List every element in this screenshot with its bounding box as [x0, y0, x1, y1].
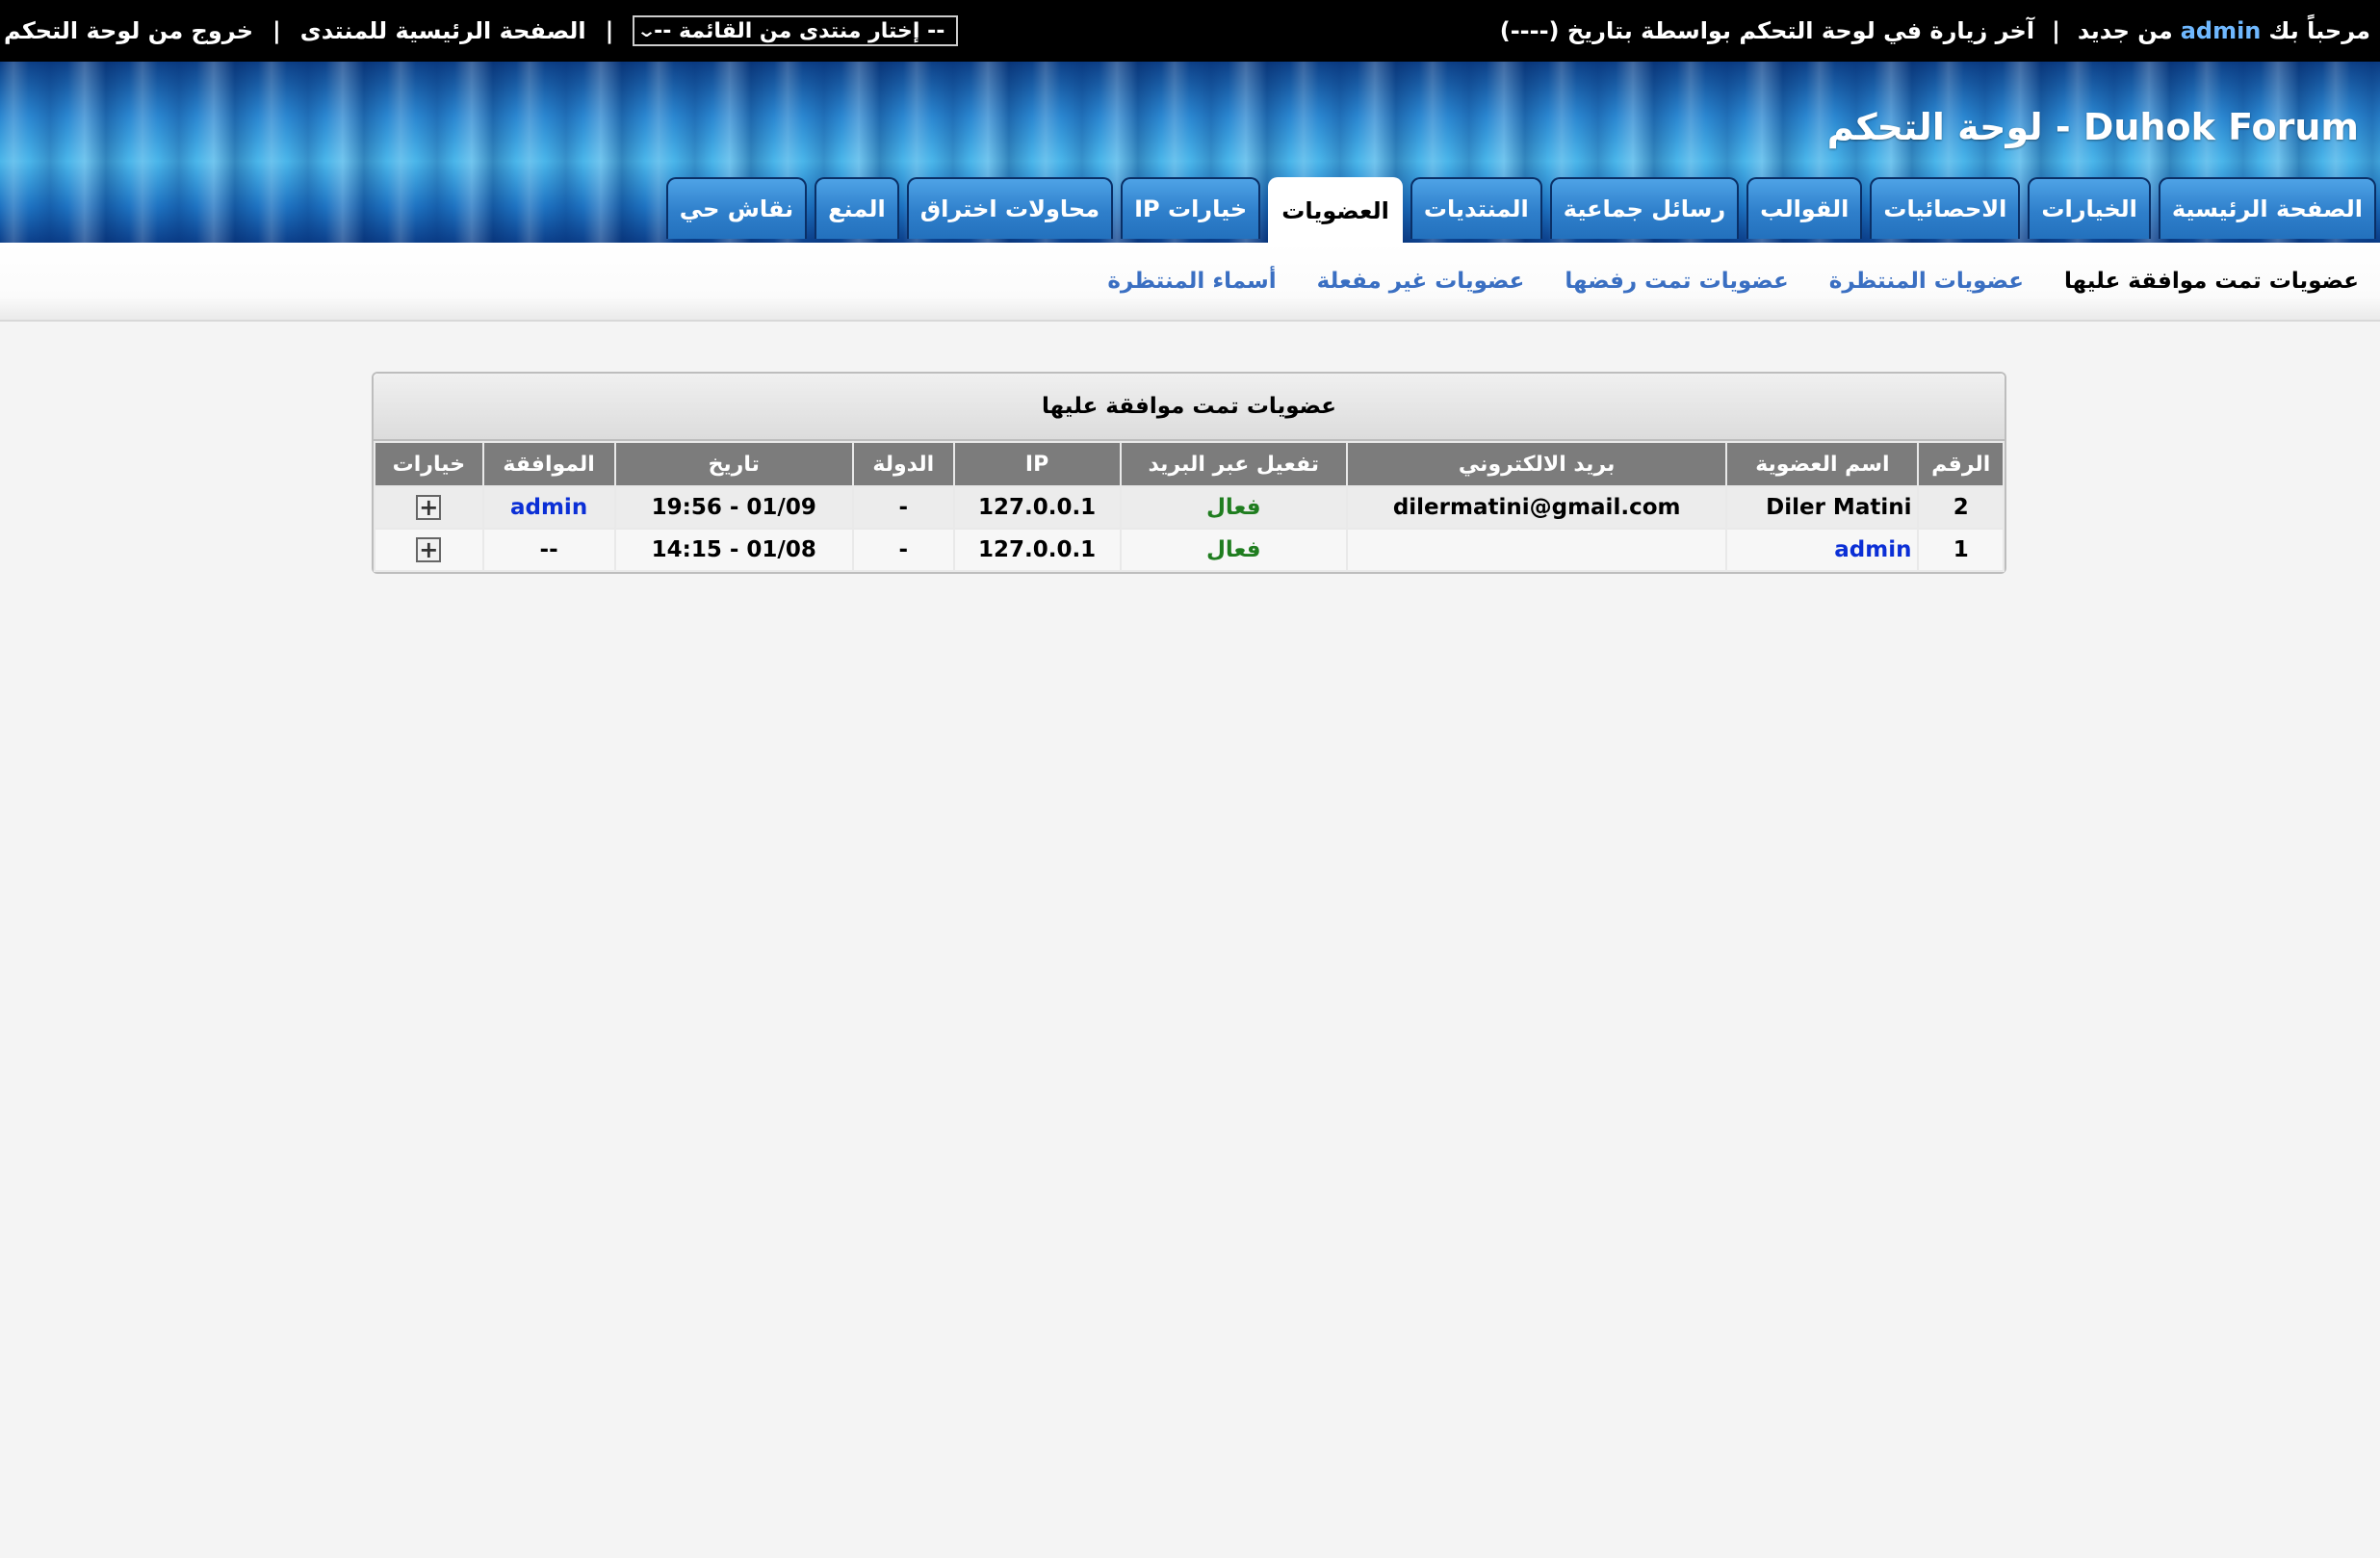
- plus-box-icon[interactable]: +: [416, 494, 442, 520]
- cell-activation: فعال: [1121, 530, 1346, 570]
- cell-country: -: [853, 530, 953, 570]
- forum-select[interactable]: -- إختار منتدى من القائمة -- ⌄: [633, 15, 959, 46]
- cell-ip: 127.0.0.1: [954, 487, 1120, 528]
- tab-home[interactable]: الصفحة الرئيسية: [2158, 177, 2376, 239]
- cell-number: 2: [1919, 487, 2003, 528]
- cell-country: -: [853, 487, 953, 528]
- table-header-row: الرقم اسم العضوية بريد الالكتروني تفعيل …: [375, 443, 2003, 485]
- forum-home-link[interactable]: الصفحة الرئيسية للمنتدى: [300, 17, 586, 44]
- col-ip: IP: [954, 443, 1120, 485]
- chevron-down-icon: ⌄: [635, 20, 658, 41]
- sub-navigation: عضويات تمت موافقة عليها عضويات المنتظرة …: [0, 243, 2380, 322]
- cell-email: dilermatini@gmail.com: [1347, 487, 1726, 528]
- cell-username: Diler Matini: [1727, 487, 1918, 528]
- col-username: اسم العضوية: [1727, 443, 1918, 485]
- page-title: Duhok Forum - لوحة التحكم: [1826, 106, 2359, 148]
- table-row: 2 Diler Matini dilermatini@gmail.com فعا…: [375, 487, 2003, 528]
- subnav-pending-names[interactable]: أسماء المنتظرة: [1107, 269, 1276, 294]
- tab-options[interactable]: الخيارات: [2028, 177, 2151, 239]
- logout-link[interactable]: خروج من لوحة التحكم: [4, 17, 253, 44]
- last-visit-text: آخر زيارة في لوحة التحكم بواسطة بتاريخ (…: [1499, 17, 2035, 44]
- username-link[interactable]: admin: [2181, 17, 2262, 44]
- subnav-approved[interactable]: عضويات تمت موافقة عليها: [2064, 269, 2359, 294]
- tab-bans[interactable]: المنع: [815, 177, 899, 239]
- cell-ip: 127.0.0.1: [954, 530, 1120, 570]
- col-date: تاريخ: [615, 443, 852, 485]
- col-options: خيارات: [375, 443, 482, 485]
- members-table: الرقم اسم العضوية بريد الالكتروني تفعيل …: [374, 441, 2005, 572]
- tab-ip-options[interactable]: خيارات IP: [1121, 177, 1261, 239]
- top-links: -- إختار منتدى من القائمة -- ⌄ | الصفحة …: [4, 0, 959, 62]
- cell-date: 01/08 - 14:15: [615, 530, 852, 570]
- panel-title: عضويات تمت موافقة عليها: [374, 374, 2005, 441]
- cell-options: +: [375, 487, 482, 528]
- separator: |: [2052, 17, 2060, 44]
- col-email: بريد الالكتروني: [1347, 443, 1726, 485]
- welcome-suffix: من جديد: [2077, 17, 2173, 44]
- cell-date: 01/09 - 19:56: [615, 487, 852, 528]
- top-bar: مرحباً بك admin من جديد | آخر زيارة في ل…: [0, 0, 2380, 62]
- cell-options: +: [375, 530, 482, 570]
- subnav-rejected[interactable]: عضويات تمت رفضها: [1565, 269, 1788, 294]
- col-country: الدولة: [853, 443, 953, 485]
- cell-activation: فعال: [1121, 487, 1346, 528]
- tab-statistics[interactable]: الاحصائيات: [1870, 177, 2021, 239]
- col-approval: الموافقة: [483, 443, 614, 485]
- tab-live-chat[interactable]: نقاش حي: [665, 177, 808, 239]
- plus-box-icon[interactable]: +: [416, 536, 442, 562]
- tab-mass-messages[interactable]: رسائل جماعية: [1549, 177, 1740, 239]
- separator: |: [272, 17, 281, 44]
- cell-number: 1: [1919, 530, 2003, 570]
- subnav-inactive[interactable]: عضويات غير مفعلة: [1317, 269, 1525, 294]
- tab-memberships[interactable]: العضويات: [1268, 177, 1403, 243]
- forum-select-value: -- إختار منتدى من القائمة --: [654, 18, 945, 43]
- tab-templates[interactable]: القوالب: [1746, 177, 1863, 239]
- table-row: 1 admin فعال 127.0.0.1 - 01/08 - 14:15 -…: [375, 530, 2003, 570]
- tab-forums[interactable]: المنتديات: [1410, 177, 1542, 239]
- tab-hack-attempts[interactable]: محاولات اختراق: [906, 177, 1114, 239]
- separator: |: [605, 17, 614, 44]
- welcome-area: مرحباً بك admin من جديد | آخر زيارة في ل…: [1500, 0, 2370, 62]
- cell-approval: --: [483, 530, 614, 570]
- welcome-prefix: مرحباً بك: [2268, 17, 2370, 44]
- cell-username-link[interactable]: admin: [1727, 530, 1918, 570]
- approved-members-panel: عضويات تمت موافقة عليها الرقم اسم العضوي…: [372, 372, 2006, 574]
- header-banner: Duhok Forum - لوحة التحكم الصفحة الرئيسي…: [0, 62, 2380, 243]
- cell-email: [1347, 530, 1726, 570]
- main-tabs: الصفحة الرئيسية الخيارات الاحصائيات القو…: [665, 177, 2376, 243]
- col-number: الرقم: [1919, 443, 2003, 485]
- cell-approval-link[interactable]: admin: [483, 487, 614, 528]
- subnav-pending[interactable]: عضويات المنتظرة: [1829, 269, 2024, 294]
- col-email-activation: تفعيل عبر البريد: [1121, 443, 1346, 485]
